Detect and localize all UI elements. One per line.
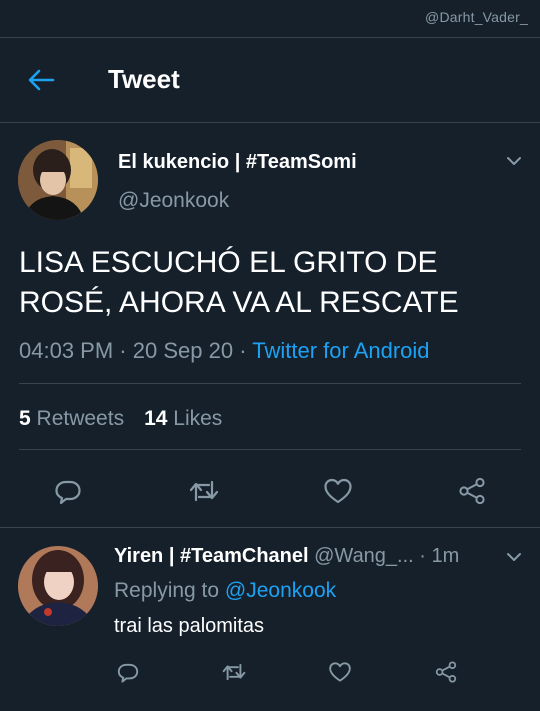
chevron-down-icon: [507, 553, 521, 561]
heart-icon: [329, 662, 351, 682]
replying-label: Replying to: [114, 579, 220, 602]
share-button[interactable]: [452, 471, 492, 511]
reply-icon: [117, 663, 139, 683]
meta-separator: ·: [239, 338, 247, 363]
reply-header: Yiren | #TeamChanel @Wang_... · 1m: [114, 545, 459, 568]
tweet-menu-button[interactable]: [502, 149, 526, 173]
heart-icon: [324, 478, 352, 504]
reply-author-name[interactable]: Yiren | #TeamChanel: [114, 545, 309, 567]
meta-separator: ·: [419, 545, 426, 567]
thread-divider: [0, 527, 540, 528]
retweet-icon: [222, 663, 246, 681]
tweet-screen: @Darht_Vader_ Tweet El kukencio | #TeamS…: [0, 0, 540, 711]
avatar[interactable]: [18, 140, 98, 220]
retweets-stat[interactable]: 5 Retweets: [19, 407, 124, 430]
stats-divider: [19, 449, 521, 450]
like-button[interactable]: [318, 471, 358, 511]
tweet-text: LISA ESCUCHÓ EL GRITO DE ROSÉ, AHORA VA …: [19, 246, 459, 319]
reply-icon: [55, 480, 81, 505]
tweet-actions: [0, 471, 540, 511]
watermark: @Darht_Vader_: [425, 9, 528, 25]
likes-count: 14: [144, 407, 168, 430]
page-title: Tweet: [108, 64, 180, 94]
profile-photo-icon: [18, 546, 98, 626]
reply-button[interactable]: [108, 652, 148, 692]
share-button[interactable]: [426, 652, 466, 692]
author-handle[interactable]: @Jeonkook: [118, 189, 229, 213]
reply-avatar[interactable]: [18, 546, 98, 626]
reply-button[interactable]: [48, 471, 88, 511]
chevron-down-icon: [507, 157, 521, 165]
meta-separator: ·: [119, 338, 127, 363]
reply-menu-button[interactable]: [502, 545, 526, 569]
back-button[interactable]: [22, 64, 60, 96]
reply-text: trai las palomitas: [114, 615, 265, 637]
reply-time: 1m: [431, 545, 460, 567]
like-button[interactable]: [320, 652, 360, 692]
retweet-button[interactable]: [184, 471, 224, 511]
app-header: Tweet: [0, 38, 540, 122]
share-icon: [459, 477, 485, 505]
retweets-label: Retweets: [36, 407, 125, 430]
profile-photo-icon: [18, 140, 98, 220]
retweet-button[interactable]: [214, 652, 254, 692]
likes-stat[interactable]: 14 Likes: [144, 407, 222, 430]
author-name[interactable]: El kukencio | #TeamSomi: [118, 151, 357, 174]
meta-divider: [19, 383, 521, 384]
arrow-left-icon: [28, 69, 55, 91]
tweet-stats: 5 Retweets 14 Likes: [19, 407, 222, 431]
likes-label: Likes: [173, 407, 223, 430]
retweet-icon: [189, 480, 219, 502]
reply-actions: [0, 652, 540, 692]
retweets-count: 5: [19, 407, 31, 430]
tweet-source-link[interactable]: Twitter for Android: [252, 338, 429, 363]
replying-to: Replying to @Jeonkook: [114, 579, 336, 603]
share-icon: [435, 661, 457, 683]
replying-mention-link[interactable]: @Jeonkook: [225, 579, 336, 602]
tweet-date: 20 Sep 20: [132, 338, 234, 363]
tweet-meta: 04:03 PM · 20 Sep 20 · Twitter for Andro…: [19, 338, 430, 364]
tweet-time: 04:03 PM: [19, 338, 114, 363]
reply-author-handle[interactable]: @Wang_...: [314, 545, 414, 567]
header-divider: [0, 122, 540, 123]
